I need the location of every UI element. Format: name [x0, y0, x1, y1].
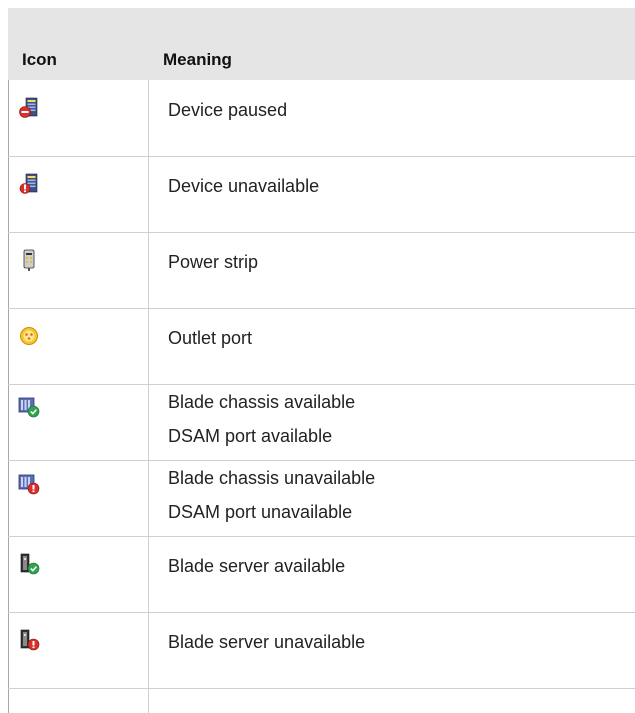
column-divider: [148, 80, 149, 713]
blade-chassis-unavailable-icon: [18, 473, 40, 495]
row-divider: [8, 232, 635, 233]
meaning-text: Blade server available: [168, 556, 346, 576]
row-divider: [8, 688, 635, 689]
blade-server-available-icon: [18, 553, 40, 575]
row-divider: [8, 460, 635, 461]
meaning-text: Blade chassis available: [168, 392, 356, 412]
power-strip-icon: [18, 249, 40, 271]
row-divider: [8, 156, 635, 157]
outlet-port-icon: [18, 325, 40, 347]
row-divider: [8, 384, 635, 385]
icon-legend-table: Icon Meaning Device paused Device unavai…: [8, 8, 635, 713]
meaning-text: Device paused: [168, 100, 288, 120]
row-divider: [8, 612, 635, 613]
device-paused-icon: [18, 97, 40, 119]
device-unavailable-icon: [18, 173, 40, 195]
row-divider: [8, 536, 635, 537]
meaning-text: Device unavailable: [168, 176, 320, 196]
meaning-text: Blade server unavailable: [168, 632, 366, 652]
table-left-border: [8, 80, 9, 713]
meaning-text: Outlet port: [168, 328, 253, 348]
row-divider: [8, 308, 635, 309]
meaning-text: DSAM port unavailable: [168, 502, 353, 522]
header-meaning: Meaning: [163, 50, 232, 69]
blade-server-unavailable-icon: [18, 629, 40, 651]
header-icon: Icon: [22, 50, 57, 69]
table-header: Icon Meaning: [8, 8, 635, 80]
meaning-text: Power strip: [168, 252, 259, 272]
meaning-text: DSAM port available: [168, 426, 333, 446]
blade-chassis-available-icon: [18, 396, 40, 418]
meaning-text: Blade chassis unavailable: [168, 468, 376, 488]
